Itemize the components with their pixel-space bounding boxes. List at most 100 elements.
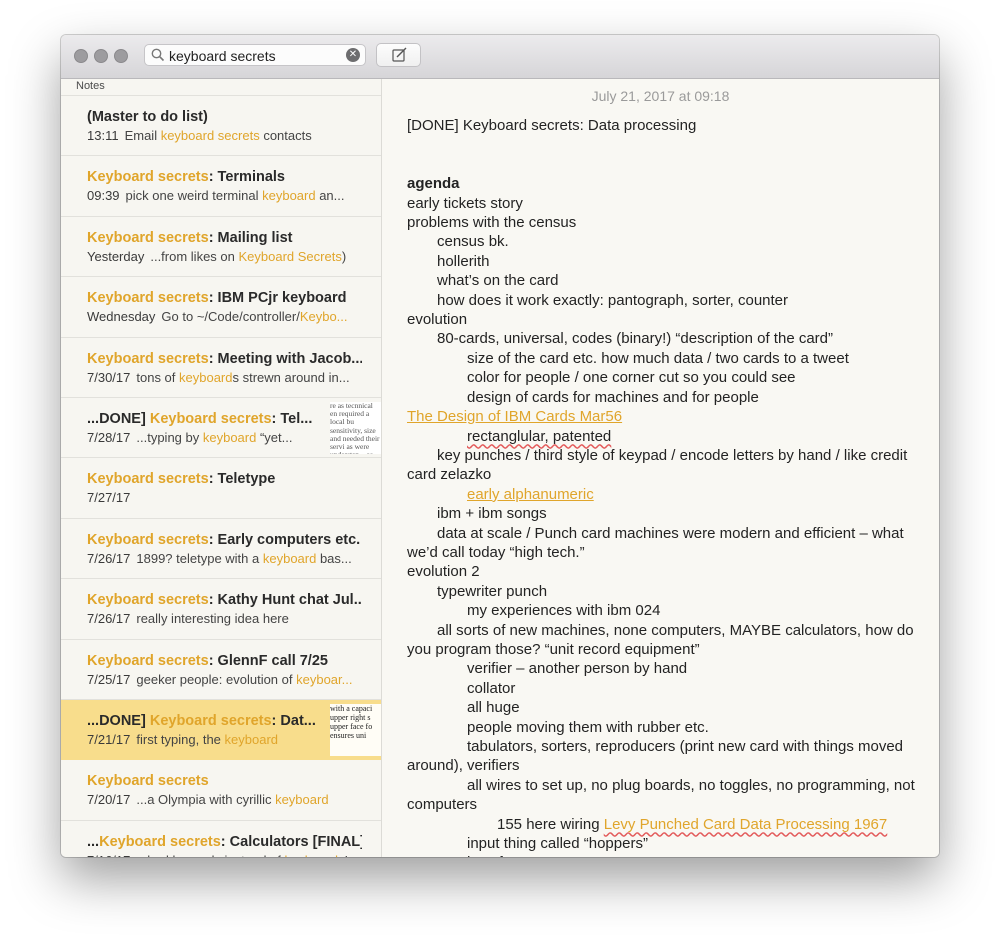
note-thumbnail: re as tecnnical en required a local bu s…	[330, 401, 381, 454]
note-item-title: Keyboard secrets: Teletype	[87, 471, 362, 487]
note-line	[407, 155, 925, 174]
note-line: early tickets story	[407, 194, 523, 212]
note-line: input thing called “hoppers”	[467, 835, 648, 853]
note-list-item[interactable]: Keyboard secrets: Teletype 7/27/17	[61, 458, 381, 519]
note-line: agenda	[407, 174, 925, 193]
title-rest: : GlennF call 7/25	[208, 652, 328, 669]
note-list-item[interactable]: Keyboard secrets: Early computers etc. 7/…	[61, 519, 381, 580]
note-item-preview: 7/21/17 first typing, the keyboard	[87, 732, 327, 747]
note-line: 155 here wiring Levy Punched Card Data P…	[407, 815, 925, 834]
note-item-title: Keyboard secrets: Terminals	[87, 169, 362, 185]
search-highlight: keyboards	[285, 853, 345, 857]
note-list-item[interactable]: Keyboard secrets: IBM PCjr keyboard Wedne…	[61, 277, 381, 338]
search-highlight: Keyboard Secrets	[238, 248, 342, 264]
note-item-date: 7/30/17	[87, 369, 131, 385]
note-list-item[interactable]: ...DONE] Keyboard secrets: Dat... 7/21/17…	[61, 699, 381, 761]
note-item-title: (Master to do list)	[87, 109, 362, 125]
close-window-button[interactable]	[74, 49, 88, 63]
title-rest: : Early computers etc.	[208, 531, 361, 548]
note-item-preview: 7/27/17	[87, 490, 362, 505]
note-list-item[interactable]: Keyboard secrets: Mailing list Yesterday.…	[61, 217, 381, 278]
note-item-preview: 7/28/17 ...typing by keyboard “yet...	[87, 430, 327, 445]
note-line: evolution	[407, 311, 468, 329]
note-item-title: ...Keyboard secrets: Calculators [FINAL]	[87, 834, 362, 850]
note-item-title: Keyboard secrets: Mailing list	[87, 230, 362, 246]
note-line: early alphanumeric	[407, 485, 925, 504]
note-line: data at scale / Punch card machines were…	[407, 524, 904, 561]
preview-text: ...from likes on	[150, 248, 239, 264]
note-list-item[interactable]: (Master to do list) 13:11 Email keyboard s…	[61, 96, 381, 157]
note-heading: agenda	[407, 175, 460, 193]
note-list-item[interactable]: ...DONE] Keyboard secrets: Tel... 7/28/17…	[61, 398, 381, 459]
zoom-window-button[interactable]	[114, 49, 128, 63]
search-highlight: Keyboard secrets	[99, 833, 221, 850]
note-list-item[interactable]: Keyboard secrets: GlennF call 7/25 7/25/1…	[61, 640, 381, 700]
note-item-title: Keyboard secrets: Early computers etc.	[87, 532, 362, 548]
note-item-preview: 7/16/17 ...had keypads instead of keyboar…	[87, 853, 362, 857]
note-line	[407, 135, 925, 154]
note-list-item[interactable]: Keyboard secrets: Kathy Hunt chat Jul...…	[61, 579, 381, 640]
note-line: design of cards for machines and for peo…	[467, 388, 759, 406]
search-highlight: Keyboard secrets	[87, 592, 209, 609]
note-line: verifier – another person by hand	[467, 660, 688, 678]
new-note-button[interactable]	[376, 43, 421, 67]
note-list-item[interactable]: Keyboard secrets: Terminals 09:39 pick one…	[61, 156, 381, 217]
search-highlight: keyboard	[262, 188, 316, 204]
note-text: rectanglular, patented	[467, 427, 612, 445]
note-list-item[interactable]: Keyboard secrets: Meeting with Jacob... 7…	[61, 338, 381, 398]
note-item-date: 7/20/17	[87, 792, 131, 808]
preview-text: s strewn around in...	[232, 369, 350, 385]
clear-search-icon[interactable]: ✕	[346, 48, 360, 62]
search-highlight: Keyboard secrets	[149, 410, 272, 427]
note-line: people moving them with rubber etc.	[467, 718, 709, 736]
note-line: all wires to set up, no plug boards, no …	[407, 776, 915, 814]
minimize-window-button[interactable]	[94, 49, 108, 63]
note-item-date: 7/28/17	[87, 429, 131, 445]
search-highlight: keyboard	[202, 429, 257, 445]
compose-icon	[392, 47, 407, 62]
note-item-title: ...DONE] Keyboard secrets: Dat...	[87, 713, 327, 729]
preview-text: pick one weird terminal	[125, 188, 263, 204]
preview-text: contacts	[259, 128, 312, 143]
note-item-preview: 7/26/17 1899? teletype with a keyboard ba…	[87, 551, 362, 566]
note-line: evolution 2	[407, 563, 480, 581]
note-line: how does it work exactly: pantograph, so…	[437, 291, 789, 309]
search-highlight: Keybo...	[299, 309, 348, 325]
note-item-preview: Yesterday ...from likes on Keyboard Secre…	[87, 249, 362, 264]
note-list: (Master to do list) 13:11 Email keyboard s…	[61, 96, 381, 857]
note-link[interactable]: Levy Punched Card Data Processing 1967	[604, 816, 888, 833]
note-editor[interactable]: July 21, 2017 at 09:18 [DONE] Keyboard s…	[382, 79, 939, 857]
note-line: my experiences with ibm 024	[467, 602, 661, 620]
preview-text: geeker people: evolution of	[136, 671, 297, 687]
search-highlight: Keyboard secrets	[87, 290, 209, 307]
title-rest: : Kathy Hunt chat Jul...	[208, 592, 362, 609]
note-link[interactable]: early alphanumeric	[467, 486, 594, 503]
preview-text: tons of	[136, 369, 180, 385]
note-item-date: 7/25/17	[87, 671, 131, 687]
note-item-date: Wednesday	[87, 309, 156, 325]
note-line: census bk.	[437, 233, 509, 251]
search-highlight: Keyboard secrets	[87, 471, 209, 488]
note-line: color for people / one corner cut so you…	[467, 369, 796, 387]
title-rest: : Tel...	[271, 410, 313, 427]
note-line: key punches / third style of keypad / en…	[407, 446, 908, 484]
note-item-title: Keyboard secrets: Kathy Hunt chat Jul...	[87, 592, 362, 608]
note-body[interactable]: [DONE] Keyboard secrets: Data processing…	[407, 116, 925, 857]
search-highlight: Keyboard secrets	[87, 652, 209, 669]
search-field[interactable]: keyboard secrets ✕	[144, 44, 366, 66]
note-line: problems with the census	[407, 214, 577, 232]
note-item-preview: 13:11 Email keyboard secrets contacts	[87, 128, 362, 143]
note-link[interactable]: The Design of IBM Cards Mar56	[407, 408, 622, 425]
note-list-item[interactable]: ...Keyboard secrets: Calculators [FINAL]…	[61, 821, 381, 857]
note-item-title: ...DONE] Keyboard secrets: Tel...	[87, 411, 327, 427]
note-line: all huge	[467, 699, 520, 717]
preview-text: really interesting idea here	[136, 611, 289, 627]
note-item-title: Keyboard secrets: IBM PCjr keyboard	[87, 290, 362, 306]
preview-text: an...	[315, 188, 345, 204]
title-rest: : IBM PCjr keyboard	[208, 290, 347, 307]
search-input[interactable]: keyboard secrets	[169, 48, 276, 64]
search-highlight: keyboard secrets	[160, 128, 260, 143]
note-list-item[interactable]: Keyboard secrets 7/20/17 ...a Olympia with…	[61, 760, 381, 821]
preview-text: first typing, the	[136, 731, 225, 747]
search-highlight: Keyboard secrets	[87, 531, 209, 548]
